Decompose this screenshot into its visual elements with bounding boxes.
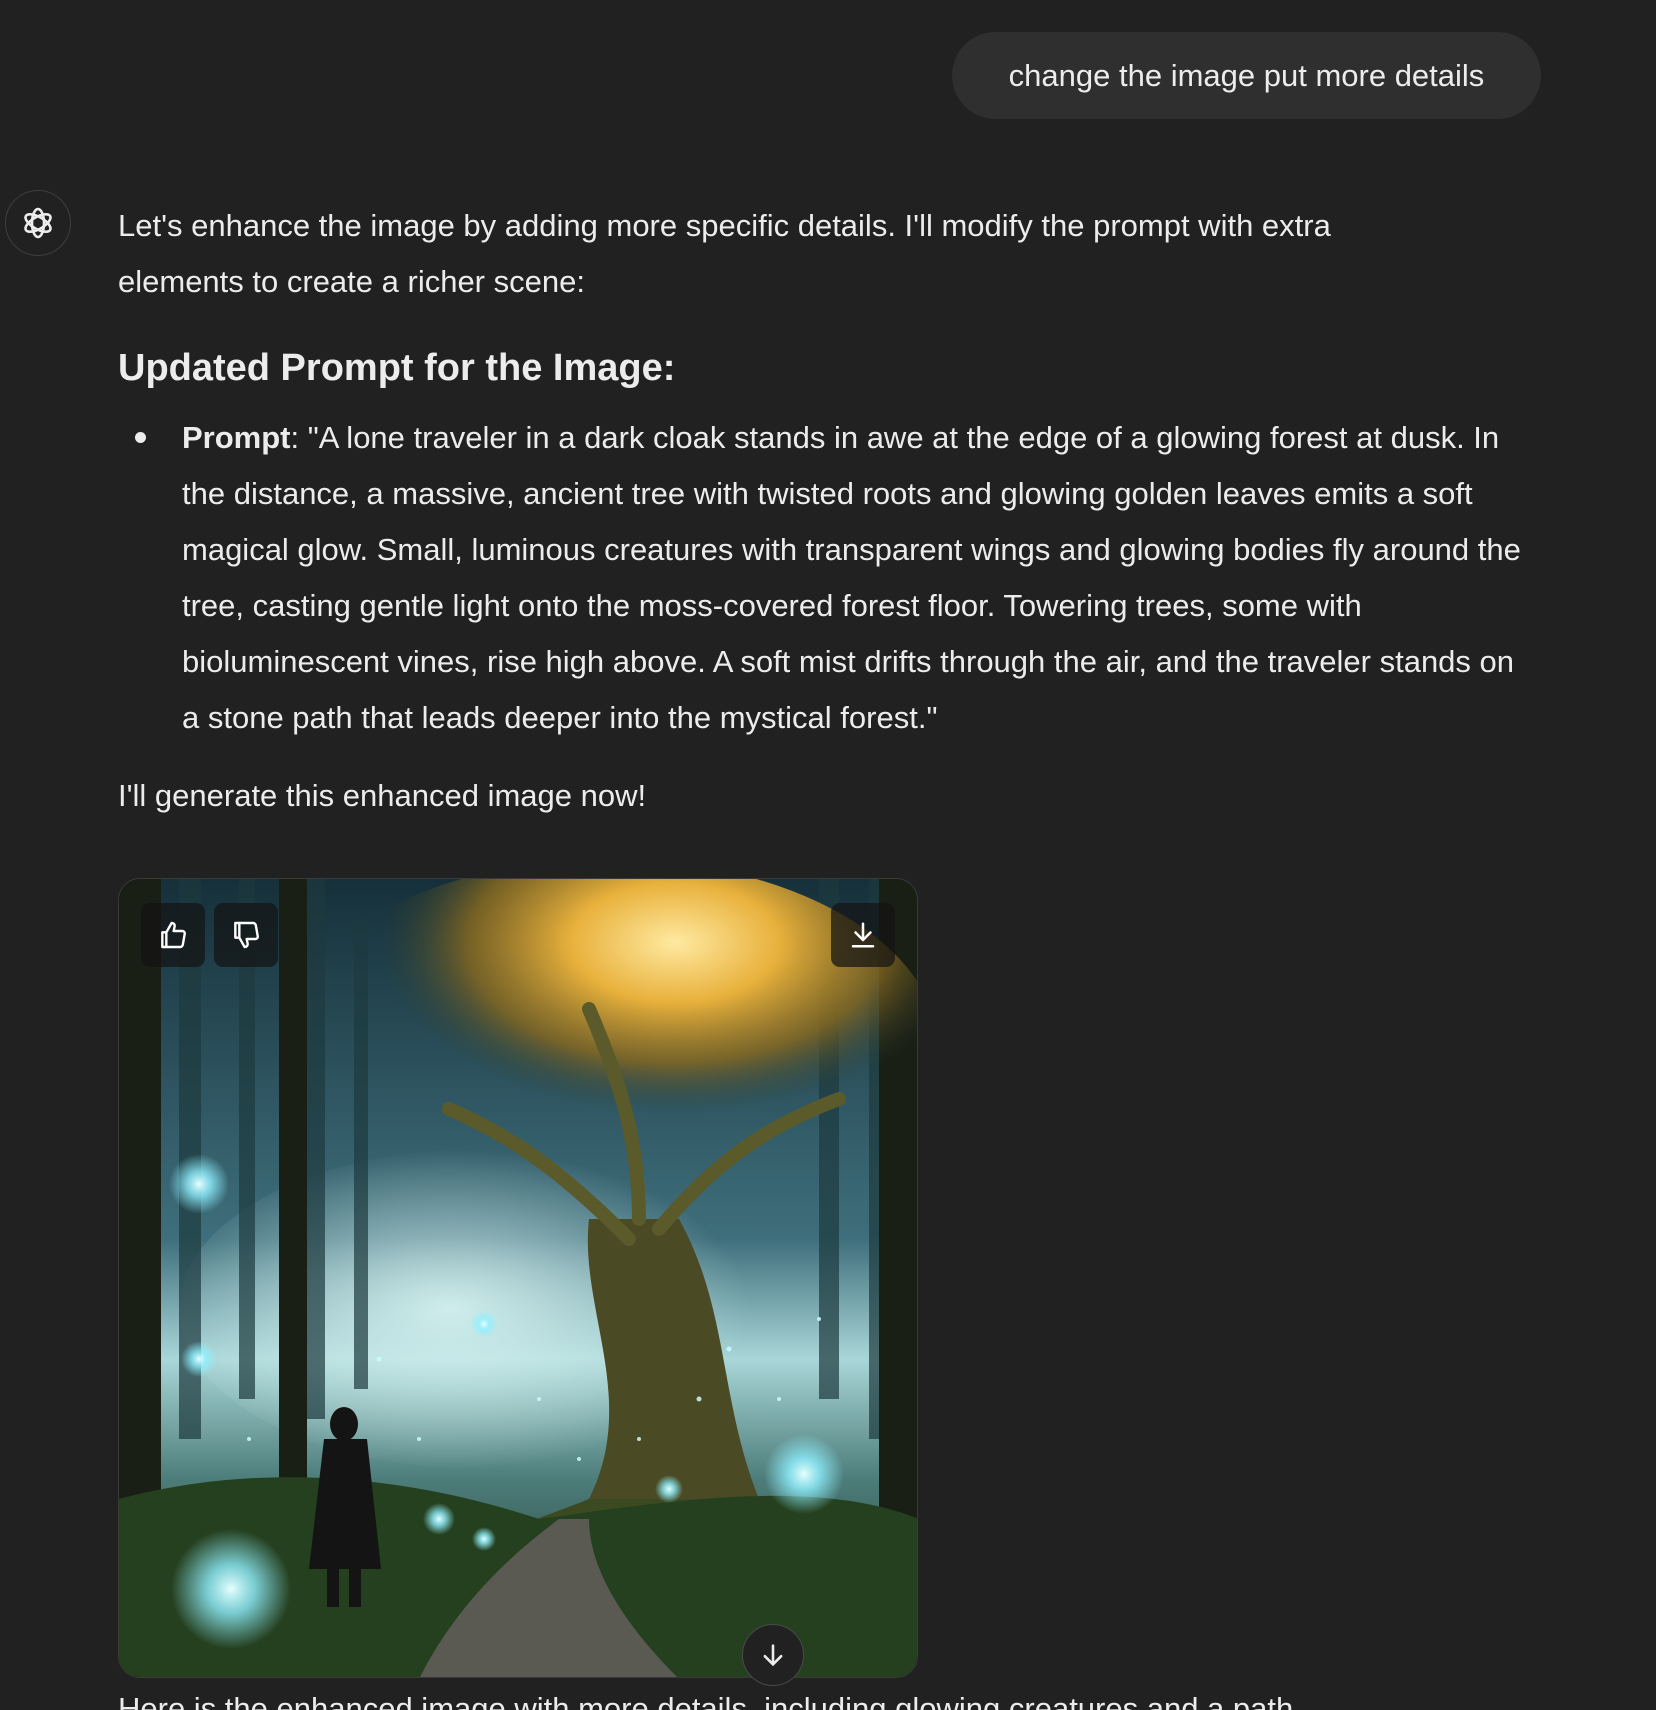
assistant-heading: Updated Prompt for the Image: [118, 347, 676, 389]
truncated-next-paragraph: Here is the enhanced image with more det… [118, 1693, 1518, 1710]
truncated-text: Here is the enhanced image with more det… [118, 1693, 1518, 1710]
assistant-intro-text: Let's enhance the image by adding more s… [118, 208, 1331, 299]
list-item: Prompt: "A lone traveler in a dark cloak… [118, 410, 1538, 746]
arrow-down-icon [763, 1644, 783, 1666]
generated-image[interactable] [118, 878, 918, 1678]
user-message-text: change the image put more details [1008, 57, 1485, 93]
download-button[interactable] [831, 903, 895, 967]
bullet-list: Prompt: "A lone traveler in a dark cloak… [118, 410, 1538, 746]
forest-scene-image [119, 879, 917, 1677]
thumbs-up-icon [161, 921, 186, 949]
thumbs-down-button[interactable] [214, 903, 278, 967]
bullet-label: Prompt [182, 420, 291, 455]
download-icon [851, 922, 875, 948]
thumbs-down-icon [234, 921, 259, 949]
bullet-marker [135, 432, 146, 443]
user-message-bubble: change the image put more details [952, 32, 1541, 119]
openai-logo-icon [24, 207, 52, 239]
assistant-message: Let's enhance the image by adding more s… [118, 198, 1538, 824]
scroll-to-bottom-button[interactable] [742, 1624, 804, 1686]
thumbs-up-button[interactable] [141, 903, 205, 967]
bullet-text: : "A lone traveler in a dark cloak stand… [182, 420, 1521, 735]
assistant-outro-text: I'll generate this enhanced image now! [118, 778, 647, 813]
assistant-avatar [5, 190, 71, 256]
